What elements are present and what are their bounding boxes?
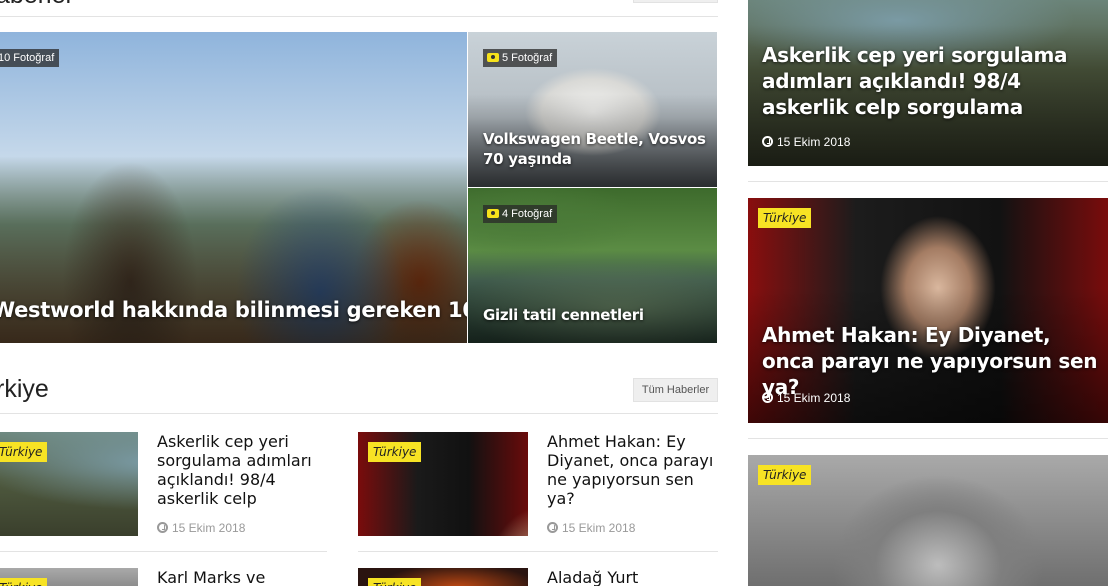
sidebar-card-date: 15 Ekim 2018	[762, 391, 850, 405]
date-text: 15 Ekim 2018	[562, 521, 636, 535]
photo-count-badge: 5 Fotoğraf	[483, 49, 558, 67]
featured-main-title[interactable]: Westworld hakkında bilinmesi gereken 10 …	[0, 297, 467, 323]
clock-icon	[157, 522, 168, 533]
list-item-title[interactable]: Ahmet Hakan: Ey Diyanet, onca parayı ne …	[547, 432, 719, 508]
featured-side-title-nature[interactable]: Gizli tatil cennetleri	[483, 305, 708, 325]
list-item-thumb[interactable]: Türkiye	[358, 568, 528, 586]
photo-count-badge: 4 Fotoğraf	[483, 205, 558, 223]
divider	[0, 16, 718, 17]
category-badge[interactable]: Türkiye	[368, 442, 422, 462]
list-item-date: 15 Ekim 2018	[547, 521, 635, 535]
divider	[0, 413, 718, 414]
date-text: 15 Ekim 2018	[777, 391, 851, 405]
sidebar-card-askerlik[interactable]: Askerlik cep yeri sorgulama adımları açı…	[748, 0, 1108, 166]
list-item-thumb[interactable]: Türkiye	[0, 568, 138, 586]
photo-count-text: 4 Fotoğraf	[502, 208, 553, 220]
photo-count-badge: 10 Fotoğraf	[0, 49, 60, 67]
section-title-haberler: aberler	[0, 0, 74, 10]
category-badge[interactable]: Türkiye	[758, 208, 812, 228]
sidebar-card-marx[interactable]: Türkiye	[748, 455, 1108, 586]
category-badge[interactable]: Türkiye	[0, 578, 48, 586]
list-item-thumb[interactable]: Türkiye	[358, 432, 528, 536]
section-title-turkiye: rkiye	[0, 375, 49, 403]
date-text: 15 Ekim 2018	[777, 135, 851, 149]
clock-icon	[762, 392, 773, 403]
list-item-date: 15 Ekim 2018	[157, 521, 245, 535]
photo-count-text: 5 Fotoğraf	[502, 52, 553, 64]
list-item-thumb[interactable]: Türkiye	[0, 432, 138, 536]
list-item-title[interactable]: Karl Marks ve	[157, 568, 322, 586]
all-news-button-top[interactable]	[633, 0, 718, 3]
clock-icon	[762, 136, 773, 147]
camera-icon	[487, 53, 499, 62]
featured-main-card[interactable]: 10 Fotoğraf Westworld hakkında bilinmesi…	[0, 32, 467, 343]
all-news-button-turkiye[interactable]: Tüm Haberler	[633, 378, 718, 402]
list-item-title[interactable]: Aladağ Yurt	[547, 568, 719, 586]
divider	[748, 181, 1108, 182]
image-shade	[468, 250, 717, 343]
divider	[358, 551, 718, 552]
featured-side-card-nature[interactable]: 4 Fotoğraf Gizli tatil cennetleri	[468, 188, 717, 343]
divider	[0, 551, 327, 552]
category-badge[interactable]: Türkiye	[0, 442, 48, 462]
sidebar-card-title[interactable]: Ahmet Hakan: Ey Diyanet, onca parayı ne …	[762, 322, 1102, 400]
featured-side-card-beetle[interactable]: 5 Fotoğraf Volkswagen Beetle, Vosvos 70 …	[468, 32, 717, 187]
photo-count-text: 10 Fotoğraf	[0, 52, 55, 64]
sidebar-card-title[interactable]: Askerlik cep yeri sorgulama adımları açı…	[762, 42, 1102, 120]
featured-side-title-beetle[interactable]: Volkswagen Beetle, Vosvos 70 yaşında	[483, 129, 708, 169]
camera-icon	[487, 209, 499, 218]
divider	[748, 438, 1108, 439]
clock-icon	[547, 522, 558, 533]
category-badge[interactable]: Türkiye	[368, 578, 422, 586]
date-text: 15 Ekim 2018	[172, 521, 246, 535]
list-item-title[interactable]: Askerlik cep yeri sorgulama adımları açı…	[157, 432, 322, 508]
sidebar-card-date: 15 Ekim 2018	[762, 135, 850, 149]
category-badge[interactable]: Türkiye	[758, 465, 812, 485]
sidebar-card-ahmet-hakan[interactable]: Türkiye Ahmet Hakan: Ey Diyanet, onca pa…	[748, 198, 1108, 423]
